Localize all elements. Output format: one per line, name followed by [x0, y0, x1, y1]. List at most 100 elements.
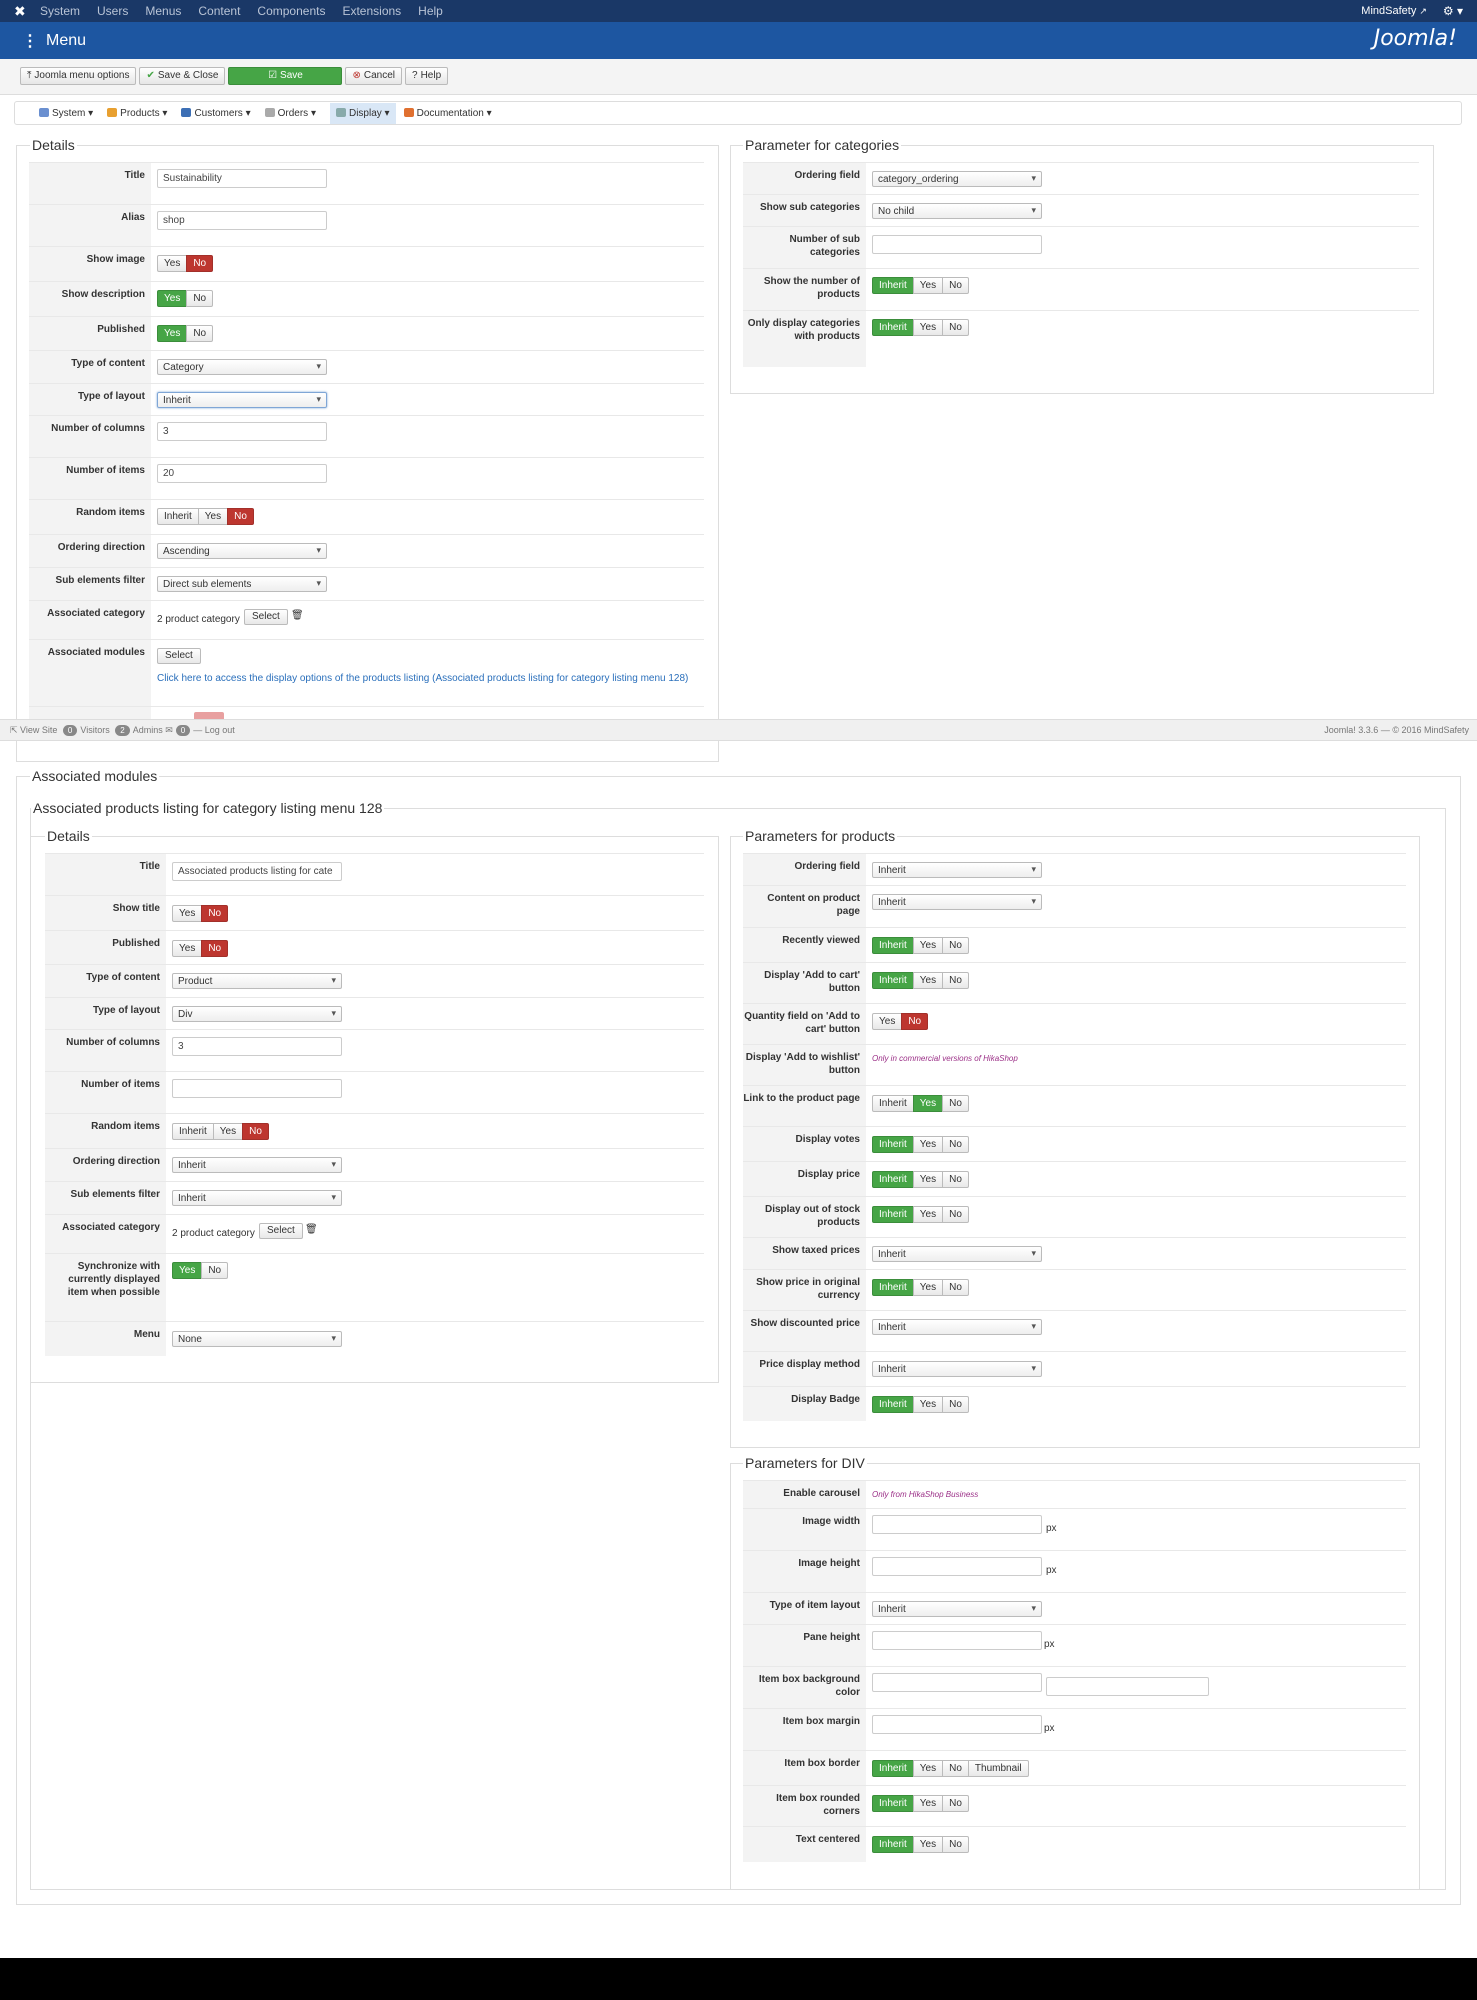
no-button[interactable]: No	[942, 1095, 969, 1112]
number-of-columns-input[interactable]: 3	[172, 1037, 342, 1056]
no-button[interactable]: No	[942, 1171, 969, 1188]
no-button[interactable]: No	[901, 1013, 929, 1030]
ordering-direction-select[interactable]: Ascending	[157, 543, 327, 559]
item-box-background-input[interactable]	[872, 1673, 1042, 1692]
yes-button[interactable]: Yes	[172, 905, 203, 922]
no-button[interactable]: No	[942, 1836, 969, 1853]
no-button[interactable]: No	[201, 1262, 229, 1279]
cancel-button[interactable]: ⊗ Cancel	[345, 67, 402, 85]
yes-button[interactable]: Yes	[912, 1171, 944, 1188]
nav-extensions[interactable]: Extensions	[342, 4, 401, 18]
inherit-button[interactable]: Inherit	[872, 937, 914, 954]
nav-content[interactable]: Content	[198, 4, 240, 18]
inherit-button[interactable]: Inherit	[872, 1171, 914, 1188]
no-button[interactable]: No	[201, 940, 229, 957]
item-box-background-picker[interactable]	[1046, 1677, 1209, 1696]
nav-components[interactable]: Components	[257, 4, 325, 18]
nav-help[interactable]: Help	[418, 4, 443, 18]
sub-elements-filter-select[interactable]: Direct sub elements	[157, 576, 327, 592]
title-input[interactable]: Associated products listing for cate	[172, 862, 342, 881]
show-discounted-price-select[interactable]: Inherit	[872, 1319, 1042, 1335]
image-width-input[interactable]	[872, 1515, 1042, 1534]
price-display-method-select[interactable]: Inherit	[872, 1361, 1042, 1377]
show-taxed-prices-select[interactable]: Inherit	[872, 1246, 1042, 1262]
submenu-customers[interactable]: Customers ▾	[181, 107, 251, 119]
no-button[interactable]: No	[227, 508, 254, 525]
no-button[interactable]: No	[942, 937, 969, 954]
content-on-product-page-select[interactable]: Inherit	[872, 894, 1042, 910]
yes-button[interactable]: Yes	[912, 1836, 944, 1853]
help-button[interactable]: ? Help	[405, 67, 449, 85]
save-close-button[interactable]: ✔ Save & Close	[139, 67, 226, 85]
type-of-content-select[interactable]: Category	[157, 359, 327, 375]
yes-button[interactable]: Yes	[157, 325, 188, 342]
inherit-button[interactable]: Inherit	[872, 277, 914, 294]
joomla-menu-options-button[interactable]: ⤒ Joomla menu options	[20, 67, 137, 85]
inherit-button[interactable]: Inherit	[872, 1836, 914, 1853]
no-button[interactable]: No	[186, 290, 214, 307]
image-height-input[interactable]	[872, 1557, 1042, 1576]
logout-link[interactable]: Log out	[205, 725, 235, 735]
associated-modules-select-button[interactable]: Select	[157, 648, 201, 664]
yes-button[interactable]: Yes	[912, 937, 944, 954]
type-of-layout-select[interactable]: Div	[172, 1006, 342, 1022]
no-button[interactable]: No	[942, 972, 969, 989]
inherit-button[interactable]: Inherit	[872, 1279, 914, 1296]
ordering-field-select[interactable]: Inherit	[872, 862, 1042, 878]
yes-button[interactable]: Yes	[212, 1123, 244, 1140]
item-box-margin-input[interactable]	[872, 1715, 1042, 1734]
number-of-items-input[interactable]: 20	[157, 464, 327, 483]
no-button[interactable]: No	[942, 1396, 969, 1413]
yes-button[interactable]: Yes	[912, 1206, 944, 1223]
sub-elements-filter-select[interactable]: Inherit	[172, 1190, 342, 1206]
yes-button[interactable]: Yes	[912, 1279, 944, 1296]
yes-button[interactable]: Yes	[912, 1795, 944, 1812]
inherit-button[interactable]: Inherit	[872, 1136, 914, 1153]
number-of-items-input[interactable]	[172, 1079, 342, 1098]
yes-button[interactable]: Yes	[157, 255, 188, 272]
number-of-columns-input[interactable]: 3	[157, 422, 327, 441]
yes-button[interactable]: Yes	[172, 940, 203, 957]
yes-button[interactable]: Yes	[912, 1095, 944, 1112]
save-button[interactable]: ☑ Save	[228, 67, 343, 85]
associated-category-select-button[interactable]: Select	[259, 1223, 303, 1239]
view-site-link[interactable]: View Site	[20, 725, 57, 735]
no-button[interactable]: No	[186, 325, 214, 342]
inherit-button[interactable]: Inherit	[157, 508, 199, 525]
yes-button[interactable]: Yes	[912, 277, 944, 294]
inherit-button[interactable]: Inherit	[172, 1123, 214, 1140]
yes-button[interactable]: Yes	[172, 1262, 203, 1279]
no-button[interactable]: No	[942, 1760, 969, 1777]
inherit-button[interactable]: Inherit	[872, 972, 914, 989]
ordering-field-select[interactable]: category_ordering	[872, 171, 1042, 187]
nav-menus[interactable]: Menus	[145, 4, 181, 18]
yes-button[interactable]: Yes	[912, 1396, 944, 1413]
no-button[interactable]: No	[942, 1795, 969, 1812]
inherit-button[interactable]: Inherit	[872, 1095, 914, 1112]
yes-button[interactable]: Yes	[872, 1013, 903, 1030]
submenu-system[interactable]: System ▾	[39, 107, 93, 119]
inherit-button[interactable]: Inherit	[872, 1396, 914, 1413]
no-button[interactable]: No	[942, 1279, 969, 1296]
trash-icon[interactable]: 🗑	[305, 1224, 318, 1235]
submenu-orders[interactable]: Orders ▾	[264, 107, 316, 119]
thumbnail-button[interactable]: Thumbnail	[967, 1760, 1029, 1777]
nav-users[interactable]: Users	[97, 4, 128, 18]
site-name-link[interactable]: MindSafety	[1361, 5, 1416, 17]
yes-button[interactable]: Yes	[912, 319, 944, 336]
trash-icon[interactable]: 🗑	[291, 610, 304, 621]
type-of-layout-select[interactable]: Inherit	[157, 392, 327, 408]
yes-button[interactable]: Yes	[912, 972, 944, 989]
no-button[interactable]: No	[942, 277, 969, 294]
no-button[interactable]: No	[942, 1136, 969, 1153]
type-of-item-layout-select[interactable]: Inherit	[872, 1601, 1042, 1617]
title-input[interactable]: Sustainability	[157, 169, 327, 188]
submenu-products[interactable]: Products ▾	[107, 107, 167, 119]
yes-button[interactable]: Yes	[157, 290, 188, 307]
number-of-sub-categories-input[interactable]	[872, 235, 1042, 254]
type-of-content-select[interactable]: Product	[172, 973, 342, 989]
inherit-button[interactable]: Inherit	[872, 1760, 914, 1777]
inherit-button[interactable]: Inherit	[872, 1206, 914, 1223]
no-button[interactable]: No	[186, 255, 214, 272]
associated-category-select-button[interactable]: Select	[244, 609, 288, 625]
